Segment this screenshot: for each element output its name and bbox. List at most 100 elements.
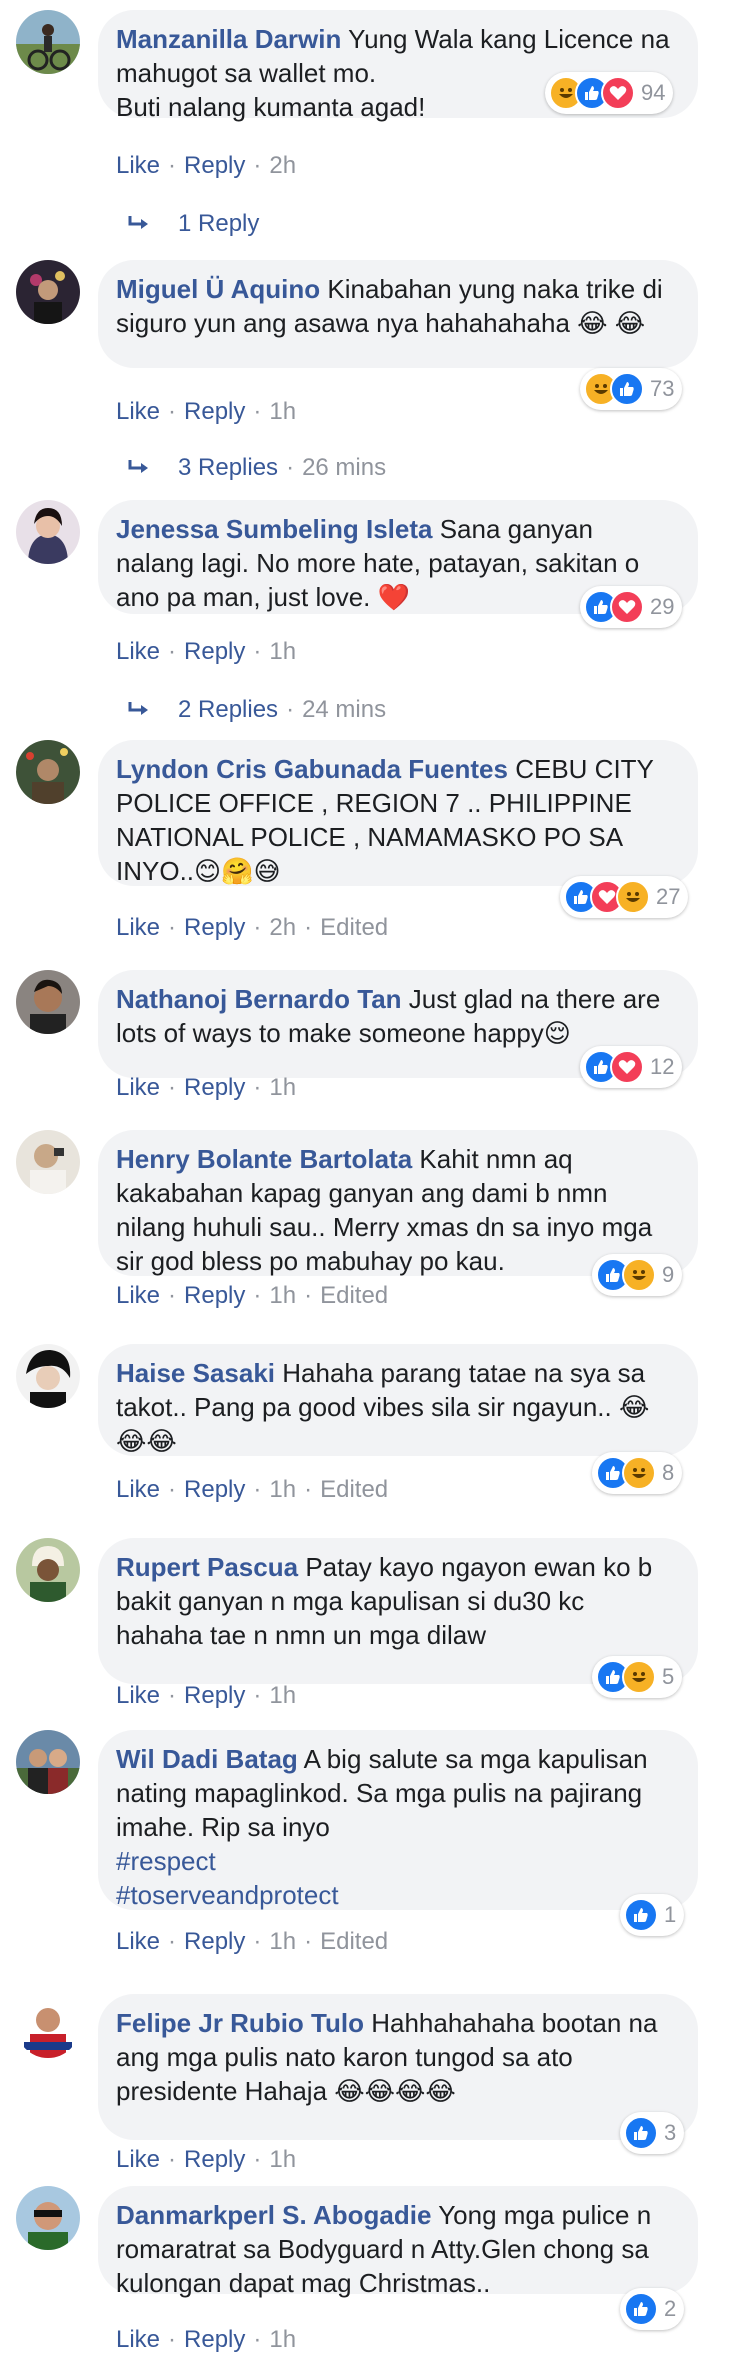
view-replies-link[interactable]: 1 Reply [128, 210, 259, 238]
avatar[interactable] [16, 1730, 80, 1794]
hashtag-link[interactable]: #respect [116, 1844, 670, 1878]
like-link[interactable]: Like [116, 1928, 160, 1955]
separator: · [168, 2146, 177, 2173]
reaction-summary[interactable]: 3 [620, 2112, 685, 2154]
reaction-summary[interactable]: 94 [545, 72, 674, 114]
reaction-summary[interactable]: 8 [592, 1452, 683, 1494]
reply-link[interactable]: Reply [184, 2326, 245, 2353]
replies-count[interactable]: 2 Replies [178, 696, 278, 724]
reaction-summary[interactable]: 5 [592, 1656, 683, 1698]
like-link[interactable]: Like [116, 152, 160, 179]
avatar[interactable] [16, 10, 80, 74]
view-replies-link[interactable]: 3 Replies · 26 mins [128, 454, 386, 482]
avatar[interactable] [16, 260, 80, 324]
reaction-summary[interactable]: 2 [620, 2288, 685, 2330]
reaction-summary[interactable]: 9 [592, 1254, 683, 1296]
comment-time[interactable]: 1h [269, 1682, 296, 1709]
avatar[interactable] [16, 2186, 80, 2250]
reaction-count: 29 [650, 594, 675, 619]
like-link[interactable]: Like [116, 2146, 160, 2173]
avatar[interactable] [16, 1344, 80, 1408]
reply-link[interactable]: Reply [184, 2146, 245, 2173]
separator: · [168, 1682, 177, 1709]
avatar[interactable] [16, 970, 80, 1034]
replies-count[interactable]: 1 Reply [178, 210, 259, 238]
reaction-count: 8 [662, 1460, 675, 1485]
view-replies-link[interactable]: 2 Replies · 24 mins [128, 696, 386, 724]
reply-link[interactable]: Reply [184, 914, 245, 941]
separator: · [168, 2326, 177, 2353]
reaction-summary[interactable]: 29 [580, 586, 683, 628]
reaction-summary[interactable]: 27 [560, 876, 689, 918]
comment-author[interactable]: Jenessa Sumbeling Isleta [116, 514, 432, 544]
like-link[interactable]: Like [116, 2326, 160, 2353]
replies-count[interactable]: 3 Replies [178, 454, 278, 482]
comment-author[interactable]: Danmarkperl S. Abogadie [116, 2200, 431, 2230]
reply-link[interactable]: Reply [184, 152, 245, 179]
comment-time[interactable]: 1h [269, 1476, 296, 1503]
hashtag-link[interactable]: #toserveandprotect [116, 1878, 670, 1912]
avatar[interactable] [16, 1538, 80, 1602]
separator: · [168, 1074, 177, 1101]
like-link[interactable]: Like [116, 1682, 160, 1709]
reaction-summary[interactable]: 12 [580, 1046, 683, 1088]
avatar[interactable] [16, 740, 80, 804]
reply-arrow-icon [128, 214, 152, 234]
like-link[interactable]: Like [116, 914, 160, 941]
comment-time[interactable]: 2h [269, 152, 296, 179]
reply-link[interactable]: Reply [184, 1682, 245, 1709]
comment-author[interactable]: Wil Dadi Batag [116, 1744, 298, 1774]
edited-label[interactable]: Edited [320, 914, 388, 941]
edited-label[interactable]: Edited [320, 1928, 388, 1955]
avatar[interactable] [16, 500, 80, 564]
comment-author[interactable]: Henry Bolante Bartolata [116, 1144, 412, 1174]
comment-time[interactable]: 1h [269, 1282, 296, 1309]
reply-link[interactable]: Reply [184, 1282, 245, 1309]
comment-time[interactable]: 1h [269, 2146, 296, 2173]
like-link[interactable]: Like [116, 1476, 160, 1503]
comment-time[interactable]: 2h [269, 914, 296, 941]
edited-label[interactable]: Edited [320, 1282, 388, 1309]
love-reaction-icon [610, 590, 644, 624]
reply-link[interactable]: Reply [184, 1928, 245, 1955]
reaction-count: 3 [664, 2120, 677, 2145]
reaction-count: 1 [664, 1902, 677, 1927]
reaction-summary[interactable]: 1 [620, 1894, 685, 1936]
separator: · [253, 1682, 262, 1709]
comment-author[interactable]: Lyndon Cris Gabunada Fuentes [116, 754, 508, 784]
separator: · [168, 398, 177, 425]
reply-link[interactable]: Reply [184, 1476, 245, 1503]
like-link[interactable]: Like [116, 1282, 160, 1309]
like-link[interactable]: Like [116, 1074, 160, 1101]
separator: · [253, 1476, 262, 1503]
like-link[interactable]: Like [116, 398, 160, 425]
reply-link[interactable]: Reply [184, 398, 245, 425]
comment-time[interactable]: 1h [269, 638, 296, 665]
comment-time[interactable]: 1h [269, 1928, 296, 1955]
separator: · [286, 696, 295, 723]
separator: · [304, 1928, 313, 1955]
reaction-summary[interactable]: 73 [580, 368, 683, 410]
like-link[interactable]: Like [116, 638, 160, 665]
like-reaction-icon [610, 372, 644, 406]
comment-time[interactable]: 1h [269, 398, 296, 425]
comment-author[interactable]: Nathanoj Bernardo Tan [116, 984, 402, 1014]
comment-time[interactable]: 1h [269, 2326, 296, 2353]
comment-author[interactable]: Miguel Ü Aquino [116, 274, 320, 304]
avatar[interactable] [16, 1994, 80, 2058]
comment-author[interactable]: Haise Sasaki [116, 1358, 275, 1388]
edited-label[interactable]: Edited [320, 1476, 388, 1503]
haha-reaction-icon [622, 1456, 656, 1490]
comment-author[interactable]: Manzanilla Darwin [116, 24, 341, 54]
like-reaction-icon [624, 2292, 658, 2326]
reaction-count: 5 [662, 1664, 675, 1689]
comment-author[interactable]: Rupert Pascua [116, 1552, 298, 1582]
comment-actions: Like · Reply · 1h [116, 2326, 296, 2354]
reply-link[interactable]: Reply [184, 638, 245, 665]
comment-time[interactable]: 1h [269, 1074, 296, 1101]
reply-link[interactable]: Reply [184, 1074, 245, 1101]
comment-actions: Like · Reply · 1h [116, 1682, 296, 1710]
separator: · [168, 1282, 177, 1309]
avatar[interactable] [16, 1130, 80, 1194]
comment-author[interactable]: Felipe Jr Rubio Tulo [116, 2008, 364, 2038]
